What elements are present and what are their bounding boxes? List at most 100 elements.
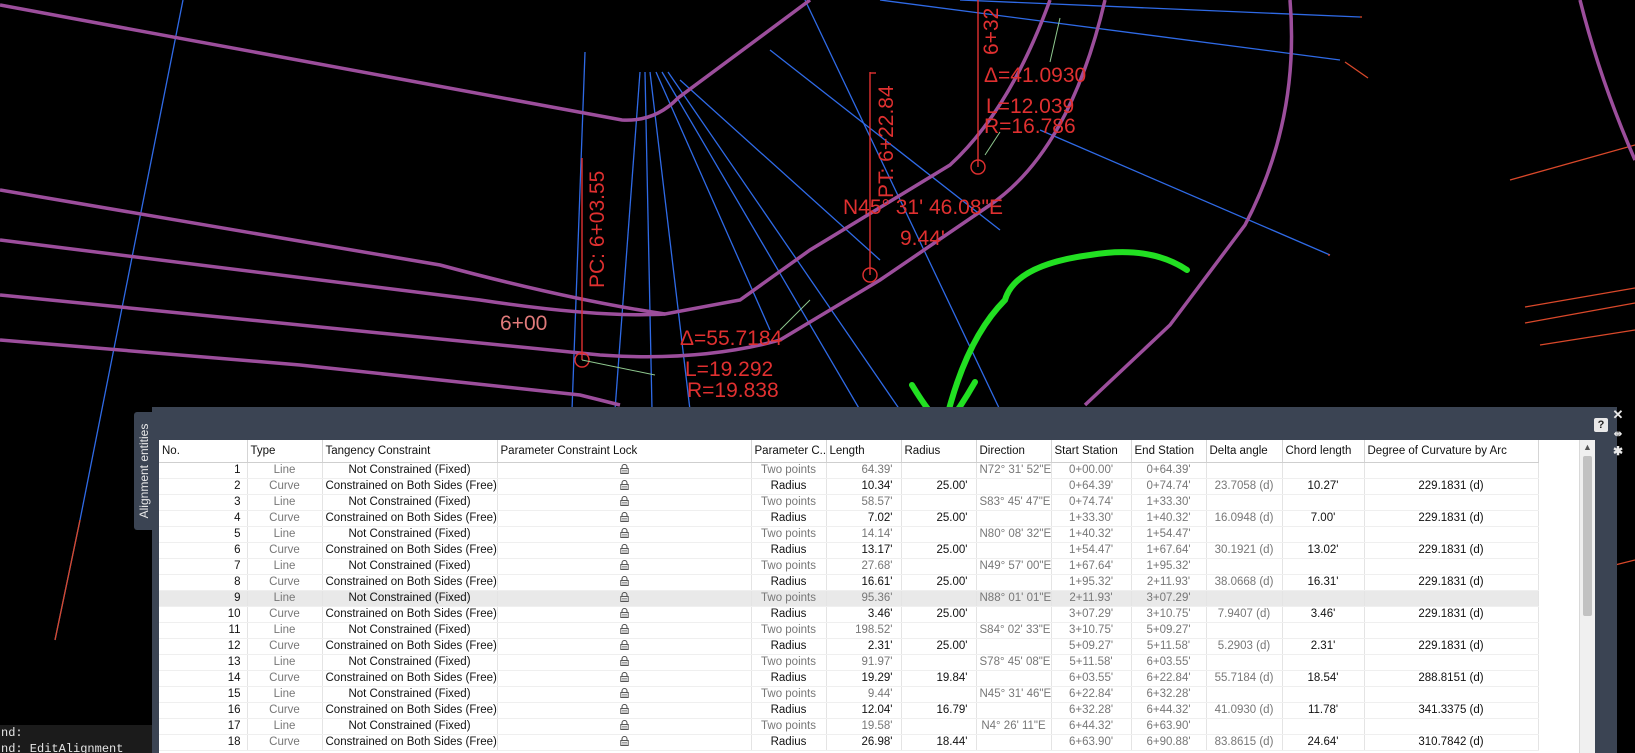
lock-icon[interactable] <box>619 719 629 730</box>
cell-param-c[interactable]: Two points <box>751 622 827 639</box>
cell-length[interactable]: 10.34' <box>826 478 902 495</box>
col-header-direction[interactable]: Direction <box>976 440 1052 463</box>
cell-param-lock[interactable] <box>497 734 752 751</box>
table-row[interactable]: 11 Line Not Constrained (Fixed) Two points 1… <box>159 622 1539 639</box>
cell-param-c[interactable]: Radius <box>751 542 827 559</box>
cell-param-c[interactable]: Two points <box>751 558 827 575</box>
table-row[interactable]: 17 Line Not Constrained (Fixed) Two points 1… <box>159 718 1539 735</box>
cell-radius[interactable]: 16.79' <box>901 702 977 719</box>
cell-radius[interactable] <box>901 718 977 735</box>
cell-tangency[interactable]: Constrained on Both Sides (Free) <box>322 542 498 559</box>
col-header-radius[interactable]: Radius <box>901 440 977 463</box>
cell-radius[interactable] <box>901 654 977 671</box>
cell-tangency[interactable]: Not Constrained (Fixed) <box>322 558 498 575</box>
cell-param-c[interactable]: Two points <box>751 462 827 479</box>
cell-param-c[interactable]: Radius <box>751 638 827 655</box>
cell-param-c[interactable]: Radius <box>751 574 827 591</box>
cell-param-lock[interactable] <box>497 670 752 687</box>
cell-param-lock[interactable] <box>497 558 752 575</box>
cell-tangency[interactable]: Constrained on Both Sides (Free) <box>322 734 498 751</box>
grid-vertical-scrollbar[interactable]: ▲ <box>1579 440 1595 753</box>
question-icon[interactable]: ? <box>1594 418 1608 432</box>
cell-param-lock[interactable] <box>497 702 752 719</box>
cell-radius[interactable]: 25.00' <box>901 542 977 559</box>
lock-icon[interactable] <box>619 607 629 618</box>
cell-radius[interactable]: 18.44' <box>901 734 977 751</box>
cell-tangency[interactable]: Not Constrained (Fixed) <box>322 622 498 639</box>
cell-radius[interactable]: 19.84' <box>901 670 977 687</box>
cell-tangency[interactable]: Constrained on Both Sides (Free) <box>322 670 498 687</box>
cell-radius[interactable]: 25.00' <box>901 606 977 623</box>
cell-param-c[interactable]: Radius <box>751 606 827 623</box>
cell-length[interactable]: 19.58' <box>826 718 902 735</box>
cell-tangency[interactable]: Not Constrained (Fixed) <box>322 494 498 511</box>
cell-tangency[interactable]: Not Constrained (Fixed) <box>322 526 498 543</box>
cell-length[interactable]: 91.97' <box>826 654 902 671</box>
cell-tangency[interactable]: Constrained on Both Sides (Free) <box>322 574 498 591</box>
chevron-up-icon[interactable]: ▲ <box>1582 442 1593 452</box>
table-row[interactable]: 3 Line Not Constrained (Fixed) Two points 58… <box>159 494 1539 511</box>
cell-radius[interactable] <box>901 686 977 703</box>
table-row[interactable]: 10 Curve Constrained on Both Sides (Free) R… <box>159 606 1539 623</box>
table-row[interactable]: 7 Line Not Constrained (Fixed) Two points 27… <box>159 558 1539 575</box>
cell-param-c[interactable]: Radius <box>751 734 827 751</box>
cell-length[interactable]: 58.57' <box>826 494 902 511</box>
cell-tangency[interactable]: Constrained on Both Sides (Free) <box>322 510 498 527</box>
lock-icon[interactable] <box>619 527 629 538</box>
col-header-no[interactable]: No. <box>159 440 248 463</box>
table-row[interactable]: 1 Line Not Constrained (Fixed) Two points 64… <box>159 462 1539 479</box>
cell-param-lock[interactable] <box>497 606 752 623</box>
table-row[interactable]: 12 Curve Constrained on Both Sides (Free) R… <box>159 638 1539 655</box>
cell-length[interactable]: 7.02' <box>826 510 902 527</box>
lock-icon[interactable] <box>619 591 629 602</box>
col-header-type[interactable]: Type <box>247 440 323 463</box>
cell-length[interactable]: 13.17' <box>826 542 902 559</box>
cell-param-c[interactable]: Radius <box>751 510 827 527</box>
lock-icon[interactable] <box>619 479 629 490</box>
cell-tangency[interactable]: Not Constrained (Fixed) <box>322 654 498 671</box>
cell-tangency[interactable]: Constrained on Both Sides (Free) <box>322 606 498 623</box>
lock-icon[interactable] <box>619 655 629 666</box>
col-header-tangency[interactable]: Tangency Constraint <box>322 440 498 463</box>
table-row[interactable]: 13 Line Not Constrained (Fixed) Two points 9… <box>159 654 1539 671</box>
cell-tangency[interactable]: Not Constrained (Fixed) <box>322 462 498 479</box>
alignment-entities-grid[interactable]: No. Type Tangency Constraint Parameter C… <box>159 440 1579 753</box>
col-header-start-station[interactable]: Start Station <box>1051 440 1132 463</box>
table-row[interactable]: 5 Line Not Constrained (Fixed) Two points 14… <box>159 526 1539 543</box>
cell-length[interactable]: 95.36' <box>826 590 902 607</box>
scrollbar-thumb[interactable] <box>1583 456 1592 616</box>
table-row[interactable]: 16 Curve Constrained on Both Sides (Free) R… <box>159 702 1539 719</box>
cell-radius[interactable] <box>901 590 977 607</box>
cell-length[interactable]: 64.39' <box>826 462 902 479</box>
lock-icon[interactable] <box>619 559 629 570</box>
cell-param-lock[interactable] <box>497 526 752 543</box>
cell-radius[interactable] <box>901 558 977 575</box>
cell-length[interactable]: 27.68' <box>826 558 902 575</box>
cell-param-lock[interactable] <box>497 718 752 735</box>
col-header-delta[interactable]: Delta angle <box>1206 440 1283 463</box>
cell-param-lock[interactable] <box>497 494 752 511</box>
table-row[interactable]: 9 Line Not Constrained (Fixed) Two points 95… <box>159 590 1539 607</box>
cell-param-lock[interactable] <box>497 478 752 495</box>
col-header-length[interactable]: Length <box>826 440 902 463</box>
cell-param-c[interactable]: Two points <box>751 590 827 607</box>
cell-param-c[interactable]: Radius <box>751 702 827 719</box>
col-header-param-lock[interactable]: Parameter Constraint Lock <box>497 440 752 463</box>
cell-radius[interactable]: 25.00' <box>901 510 977 527</box>
table-row[interactable]: 15 Line Not Constrained (Fixed) Two points 9… <box>159 686 1539 703</box>
cell-radius[interactable] <box>901 526 977 543</box>
pin-icon[interactable]: ⇹ <box>1611 428 1625 442</box>
cell-param-lock[interactable] <box>497 622 752 639</box>
cell-param-lock[interactable] <box>497 510 752 527</box>
lock-icon[interactable] <box>619 511 629 522</box>
cell-tangency[interactable]: Constrained on Both Sides (Free) <box>322 478 498 495</box>
cell-radius[interactable]: 25.00' <box>901 478 977 495</box>
cell-param-c[interactable]: Radius <box>751 670 827 687</box>
cell-radius[interactable] <box>901 462 977 479</box>
col-header-end-station[interactable]: End Station <box>1131 440 1207 463</box>
panel-side-tab[interactable]: Alignment entities <box>134 412 154 530</box>
cell-length[interactable]: 16.61' <box>826 574 902 591</box>
cell-tangency[interactable]: Constrained on Both Sides (Free) <box>322 638 498 655</box>
cell-radius[interactable]: 25.00' <box>901 638 977 655</box>
table-row[interactable]: 6 Curve Constrained on Both Sides (Free) Ra… <box>159 542 1539 559</box>
